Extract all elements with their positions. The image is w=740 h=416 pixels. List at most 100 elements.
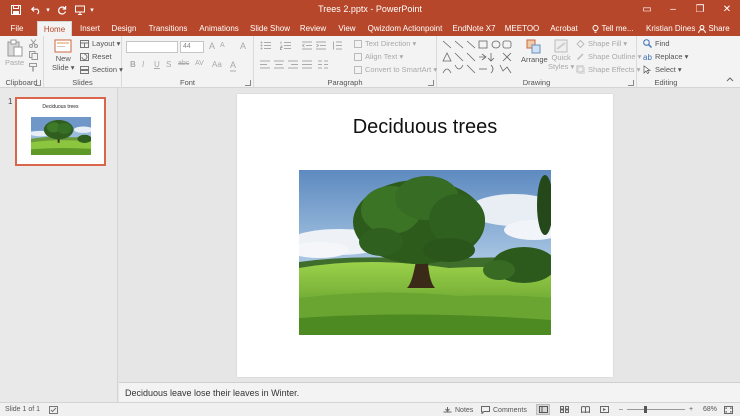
cut-icon[interactable] xyxy=(29,39,38,48)
editing-group: Find ab Replace ▾ Select ▾ Editing xyxy=(637,36,695,88)
reset-icon xyxy=(80,52,89,61)
tab-transitions[interactable]: Transitions xyxy=(146,21,190,36)
drawing-dialog-launcher-icon[interactable] xyxy=(628,80,634,86)
line-spacing-icon[interactable] xyxy=(332,41,342,50)
comments-button[interactable]: Comments xyxy=(481,406,527,414)
convert-smartart-button[interactable]: Convert to SmartArt ▾ xyxy=(354,65,437,74)
shrink-font-icon[interactable]: A xyxy=(220,42,225,49)
tab-review[interactable]: Review xyxy=(298,21,328,36)
new-slide-button[interactable]: New Slide ▾ xyxy=(52,39,75,72)
shape-outline-label: Shape Outline ▾ xyxy=(588,52,642,61)
align-right-icon[interactable] xyxy=(288,60,298,69)
zoom-level[interactable]: 68% xyxy=(703,406,717,413)
font-dialog-launcher-icon[interactable] xyxy=(245,80,251,86)
copy-icon[interactable] xyxy=(29,51,38,60)
comment-icon xyxy=(481,406,490,414)
tab-animations[interactable]: Animations xyxy=(197,21,241,36)
shape-fill-button[interactable]: Shape Fill ▾ xyxy=(576,39,627,48)
tab-meetoo[interactable]: MEETOO xyxy=(504,21,540,36)
spelling-icon[interactable] xyxy=(49,406,58,414)
notes-pane[interactable]: Deciduous leave lose their leaves in Win… xyxy=(119,382,740,402)
section-button[interactable]: Section ▾ xyxy=(80,65,123,74)
justify-icon[interactable] xyxy=(302,60,312,69)
replace-button[interactable]: ab Replace ▾ xyxy=(643,52,688,61)
tab-home[interactable]: Home xyxy=(37,21,72,36)
text-direction-button[interactable]: Text Direction ▾ xyxy=(354,39,416,48)
bullets-icon[interactable] xyxy=(260,41,272,50)
font-size-field[interactable]: 44 xyxy=(180,41,204,53)
arrange-button[interactable]: Arrange xyxy=(521,39,548,64)
close-icon[interactable]: ✕ xyxy=(714,0,740,19)
strikethrough-button[interactable]: abc xyxy=(178,60,189,67)
bold-button[interactable]: B xyxy=(130,60,136,69)
increase-indent-icon[interactable] xyxy=(316,41,326,50)
shadow-button[interactable]: S xyxy=(166,60,171,69)
align-center-icon[interactable] xyxy=(274,60,284,69)
align-left-icon[interactable] xyxy=(260,60,270,69)
tab-file[interactable]: File xyxy=(4,21,30,36)
grow-font-icon[interactable]: A xyxy=(209,41,215,51)
restore-icon[interactable]: ❐ xyxy=(687,0,713,19)
slide-title[interactable]: Deciduous trees xyxy=(237,116,613,139)
shape-effects-label: Shape Effects ▾ xyxy=(588,65,641,74)
clipboard-dialog-launcher-icon[interactable] xyxy=(35,80,41,86)
quick-styles-button[interactable]: Quick Styles ▾ xyxy=(548,39,574,71)
paste-button[interactable]: Paste xyxy=(5,39,24,67)
notes-text[interactable]: Deciduous leave lose their leaves in Win… xyxy=(125,388,299,398)
collapse-ribbon-icon[interactable] xyxy=(726,76,734,82)
clear-formatting-icon[interactable]: A xyxy=(240,41,246,51)
notes-button[interactable]: Notes xyxy=(443,406,473,414)
find-label: Find xyxy=(655,39,670,48)
zoom-in-button[interactable]: + xyxy=(689,406,693,413)
reading-view-icon[interactable] xyxy=(581,406,590,413)
tab-insert[interactable]: Insert xyxy=(76,21,104,36)
zoom-out-button[interactable]: – xyxy=(619,406,623,413)
thumbnail-title: Deciduous trees xyxy=(42,104,79,110)
format-painter-icon[interactable] xyxy=(29,63,38,72)
decrease-indent-icon[interactable] xyxy=(302,41,312,50)
account-name[interactable]: Kristian Dines xyxy=(646,21,695,36)
ribbon-display-options-icon[interactable]: ▭ xyxy=(634,0,660,19)
paste-icon xyxy=(7,39,23,57)
italic-button[interactable]: I xyxy=(142,60,144,69)
slide-count: Slide 1 of 1 xyxy=(5,406,41,413)
reset-button[interactable]: Reset xyxy=(80,52,112,61)
tab-design[interactable]: Design xyxy=(109,21,139,36)
zoom-slider[interactable] xyxy=(627,409,685,410)
tab-view[interactable]: View xyxy=(336,21,358,36)
layout-button[interactable]: Layout ▾ xyxy=(80,39,120,48)
slide-thumbnail[interactable]: Deciduous trees xyxy=(15,97,106,166)
align-text-button[interactable]: Align Text ▾ xyxy=(354,52,403,61)
tree-image[interactable] xyxy=(299,170,551,335)
numbering-icon[interactable] xyxy=(280,41,292,50)
shape-outline-button[interactable]: Shape Outline ▾ xyxy=(576,52,641,61)
quick-styles-icon xyxy=(554,39,568,53)
change-case-button[interactable]: Aa xyxy=(212,60,222,69)
font-name-field[interactable] xyxy=(126,41,178,53)
slides-group: New Slide ▾ Layout ▾ Reset Section ▾ Sli… xyxy=(44,36,123,88)
fit-to-window-icon[interactable] xyxy=(724,406,733,414)
tab-slide-show[interactable]: Slide Show xyxy=(249,21,291,36)
columns-icon[interactable] xyxy=(318,60,328,69)
tab-qwizdom-actionpoint[interactable]: Qwizdom Actionpoint xyxy=(367,21,443,36)
tab-endnote[interactable]: EndNote X7 xyxy=(452,21,496,36)
character-spacing-button[interactable]: AV xyxy=(195,60,204,67)
shapes-gallery[interactable] xyxy=(441,39,519,75)
zoom-slider-thumb[interactable] xyxy=(644,406,648,413)
quick-styles-label-1: Quick xyxy=(551,53,571,62)
minimize-icon[interactable]: – xyxy=(660,0,686,19)
font-color-button[interactable]: A xyxy=(230,60,237,72)
tab-acrobat[interactable]: Acrobat xyxy=(548,21,580,36)
paragraph-dialog-launcher-icon[interactable] xyxy=(428,80,434,86)
slideshow-view-icon[interactable] xyxy=(600,406,609,413)
shapes-gallery-icon xyxy=(442,40,512,74)
select-button[interactable]: Select ▾ xyxy=(643,65,682,74)
underline-button[interactable]: U xyxy=(154,60,160,69)
tell-me-search[interactable]: Tell me... xyxy=(590,21,636,36)
normal-view-icon[interactable] xyxy=(536,404,550,415)
slide-canvas[interactable]: Deciduous trees xyxy=(237,94,613,377)
slide-sorter-view-icon[interactable] xyxy=(560,406,569,413)
find-button[interactable]: Find xyxy=(643,39,670,48)
shape-effects-button[interactable]: Shape Effects ▾ xyxy=(576,65,640,74)
share-button[interactable]: Share xyxy=(697,21,731,36)
